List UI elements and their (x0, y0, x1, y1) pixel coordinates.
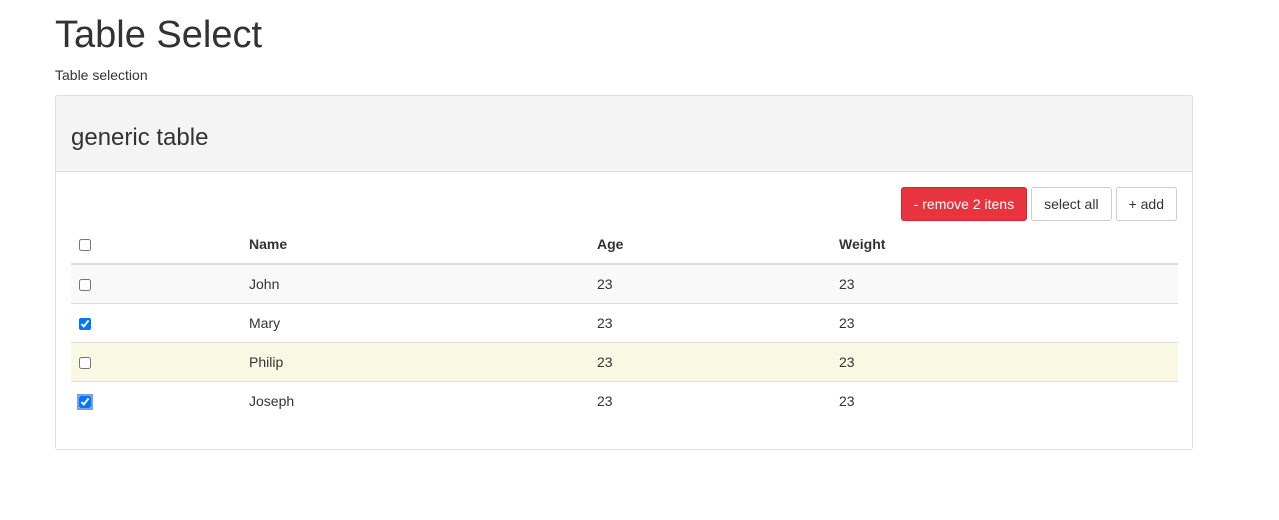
column-header-weight[interactable]: Weight (831, 225, 1178, 265)
cell-weight: 23 (831, 381, 1178, 420)
cell-weight: 23 (831, 342, 1178, 382)
cell-weight: 23 (831, 303, 1178, 343)
header-checkbox-cell (71, 225, 241, 265)
cell-name: Philip (241, 342, 589, 382)
cell-age: 23 (589, 303, 831, 343)
row-checkbox-cell (71, 264, 241, 304)
column-header-age[interactable]: Age (589, 225, 831, 265)
select-all-button[interactable]: select all (1031, 187, 1112, 221)
table-header-row: Name Age Weight (71, 225, 1178, 265)
table-toolbar: - remove 2 itens select all + add (71, 187, 1177, 221)
row-checkbox[interactable] (79, 318, 91, 331)
table-row[interactable]: Mary 23 23 (71, 303, 1178, 343)
cell-name: Joseph (241, 381, 589, 420)
cell-age: 23 (589, 381, 831, 420)
page-title: Table Select (55, 14, 263, 56)
cell-weight: 23 (831, 264, 1178, 304)
panel-title: generic table (71, 123, 209, 151)
cell-age: 23 (589, 264, 831, 304)
cell-name: John (241, 264, 589, 304)
row-checkbox-cell (71, 303, 241, 343)
remove-items-button[interactable]: - remove 2 itens (900, 187, 1028, 221)
cell-name: Mary (241, 303, 589, 343)
panel-heading: generic table (56, 96, 1192, 172)
page-subtitle: Table selection (55, 67, 148, 83)
panel-body: - remove 2 itens select all + add Name A… (56, 172, 1192, 420)
row-checkbox[interactable] (79, 357, 91, 370)
column-header-name[interactable]: Name (241, 225, 589, 265)
select-all-checkbox[interactable] (79, 239, 91, 252)
add-button[interactable]: + add (1115, 187, 1177, 221)
row-checkbox[interactable] (79, 279, 91, 292)
data-table: Name Age Weight John 23 23 Mary 23 23 Ph… (71, 225, 1178, 420)
table-row[interactable]: John 23 23 (71, 264, 1178, 304)
row-checkbox-cell (71, 342, 241, 382)
table-row[interactable]: Philip 23 23 (71, 342, 1178, 382)
table-panel: generic table - remove 2 itens select al… (55, 95, 1193, 450)
cell-age: 23 (589, 342, 831, 382)
row-checkbox[interactable] (77, 394, 93, 411)
page: Table Select Table selection generic tab… (0, 0, 1195, 450)
row-checkbox-cell (71, 381, 241, 420)
table-row[interactable]: Joseph 23 23 (71, 381, 1178, 420)
